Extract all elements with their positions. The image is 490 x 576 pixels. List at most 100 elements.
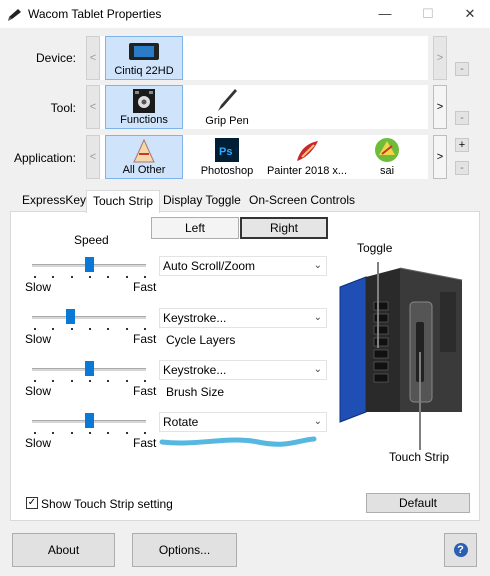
right-strip-button[interactable]: Right [240, 217, 328, 239]
close-button[interactable]: ✕ [460, 4, 480, 24]
fast-label: Fast [133, 436, 157, 450]
application-prev-button[interactable]: < [86, 135, 100, 179]
slider-tick [125, 380, 128, 382]
default-button[interactable]: Default [366, 493, 470, 513]
device-list: Cintiq 22HD [100, 36, 428, 80]
slider-tick [70, 432, 73, 434]
speed-slider-track[interactable] [32, 316, 146, 319]
left-strip-button[interactable]: Left [151, 217, 239, 239]
application-tile-all-other[interactable]: All Other [105, 135, 183, 179]
application-add-button[interactable]: + [455, 138, 469, 152]
speed-slider-thumb[interactable] [85, 257, 94, 272]
grip-pen-icon [218, 89, 237, 111]
application-next-button[interactable]: > [433, 135, 447, 179]
slow-label: Slow [25, 384, 52, 398]
fast-label: Fast [133, 332, 157, 346]
tool-prev-button[interactable]: < [86, 85, 100, 129]
tab-on-screen-controls[interactable]: On-Screen Controls [243, 190, 361, 212]
device-tile-cintiq[interactable]: Cintiq 22HD [105, 36, 183, 80]
slider-tick [107, 276, 110, 278]
tablet-display-icon [129, 43, 159, 60]
slider-tick [144, 432, 146, 434]
functions-icon [133, 89, 155, 113]
device-next-button[interactable]: > [433, 36, 447, 80]
slider-tick [89, 276, 91, 278]
slider-tick [70, 276, 73, 278]
device-remove-button[interactable]: - [455, 62, 469, 76]
slider-tick [89, 328, 91, 330]
help-button[interactable]: ? [444, 533, 477, 567]
maximize-button[interactable]: ☐ [418, 4, 438, 24]
about-button[interactable]: About [12, 533, 115, 567]
slider-tick [125, 328, 128, 330]
slider-tick [52, 276, 55, 278]
slider-tick [34, 380, 36, 382]
application-remove-button[interactable]: - [455, 161, 469, 175]
show-touch-strip-checkbox[interactable]: ✓ [26, 497, 38, 509]
touch-strip-function-dropdown[interactable]: Keystroke... ⌄ [159, 308, 327, 328]
function-description: Brush Size [166, 385, 225, 399]
options-button[interactable]: Options... [132, 533, 237, 567]
tool-remove-button[interactable]: - [455, 111, 469, 125]
slider-tick [144, 380, 146, 382]
slider-tick [125, 432, 128, 434]
tool-tile-functions[interactable]: Functions [105, 85, 183, 129]
show-touch-strip-label: Show Touch Strip setting [41, 497, 173, 511]
slider-tick [70, 380, 73, 382]
sai-icon [375, 138, 399, 162]
all-other-icon [133, 138, 155, 163]
slider-tick [34, 432, 36, 434]
tool-tile-grip-pen[interactable]: Grip Pen [188, 85, 266, 129]
slider-tick [89, 380, 91, 382]
tool-list: Functions Grip Pen [100, 85, 428, 129]
slider-tick [107, 432, 110, 434]
application-tile-label: Painter 2018 x... [266, 165, 348, 177]
speed-slider-thumb[interactable] [65, 309, 75, 324]
speed-slider-thumb[interactable] [85, 413, 94, 428]
application-tile-label: Photoshop [200, 165, 254, 177]
tab-touch-strip[interactable]: Touch Strip [86, 190, 161, 213]
slider-tick [144, 276, 146, 278]
application-tile-painter[interactable]: Painter 2018 x... [266, 135, 348, 179]
slider-tick [52, 432, 55, 434]
dropdown-value: Auto Scroll/Zoom [163, 259, 256, 273]
chevron-down-icon: ⌄ [313, 260, 322, 271]
highlight-scribble [159, 436, 317, 447]
device-label: Device: [35, 51, 76, 65]
device-prev-button[interactable]: < [86, 36, 100, 80]
photoshop-icon: Ps [215, 138, 239, 162]
application-tile-photoshop[interactable]: Ps Photoshop [188, 135, 266, 179]
speed-heading: Speed [74, 233, 109, 247]
slider-tick [34, 328, 36, 330]
speed-slider-thumb[interactable] [85, 361, 94, 376]
wacom-app-icon [8, 9, 21, 21]
help-icon: ? [453, 543, 468, 557]
tab-display-toggle[interactable]: Display Toggle [157, 190, 247, 212]
touch-strip-function-dropdown[interactable]: Rotate ⌄ [159, 412, 327, 432]
tool-tile-label: Functions [120, 114, 168, 126]
touch-strip-function-dropdown[interactable]: Keystroke... ⌄ [159, 360, 327, 380]
tool-next-button[interactable]: > [433, 85, 447, 129]
dropdown-value: Rotate [163, 415, 199, 429]
toggle-callout-label: Toggle [357, 241, 393, 255]
slider-tick [70, 328, 73, 330]
dropdown-value: Keystroke... [163, 363, 227, 377]
tool-label: Tool: [50, 101, 76, 115]
slow-label: Slow [25, 280, 52, 294]
device-tile-label: Cintiq 22HD [114, 65, 174, 77]
application-tile-label: sai [379, 165, 395, 177]
slider-tick [52, 328, 55, 330]
slider-tick [52, 380, 55, 382]
window-title: Wacom Tablet Properties [28, 7, 162, 21]
application-tile-label: All Other [122, 164, 166, 176]
slow-label: Slow [25, 332, 52, 346]
cintiq-side-diagram [339, 262, 463, 450]
tool-tile-label: Grip Pen [205, 115, 249, 127]
touch-strip-function-dropdown[interactable]: Auto Scroll/Zoom ⌄ [159, 256, 327, 276]
chevron-down-icon: ⌄ [313, 416, 322, 427]
application-label: Application: [13, 151, 76, 165]
minimize-button[interactable]: — [375, 4, 395, 24]
slow-label: Slow [25, 436, 52, 450]
fast-label: Fast [133, 384, 157, 398]
application-tile-sai[interactable]: sai [348, 135, 426, 179]
